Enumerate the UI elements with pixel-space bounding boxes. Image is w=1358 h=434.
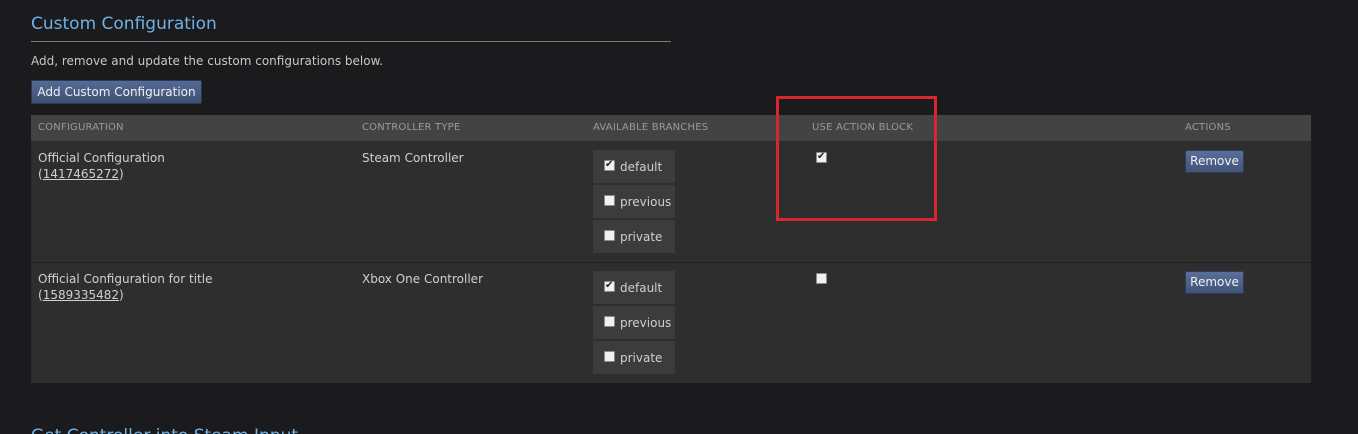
custom-configuration-page: Custom Configuration Add, remove and upd…: [0, 0, 1358, 434]
highlight-annotation-box: [776, 96, 937, 221]
branch-default[interactable]: default: [593, 271, 675, 304]
branch-label: private: [620, 351, 663, 365]
configuration-id-link[interactable]: 1589335482: [43, 288, 119, 302]
table-row: Official Configuration (1417465272) Stea…: [31, 142, 1311, 262]
table-row: Official Configuration for title (158933…: [31, 263, 1311, 383]
branch-label: default: [620, 281, 663, 295]
controller-type: Steam Controller: [362, 151, 464, 165]
branch-label: previous: [620, 316, 672, 330]
configurations-table: CONFIGURATION CONTROLLER TYPE AVAILABLE …: [31, 115, 1311, 383]
configuration-name: Official Configuration for title: [38, 272, 213, 286]
branch-private[interactable]: private: [593, 220, 675, 253]
branch-previous[interactable]: previous: [593, 185, 675, 218]
controller-type: Xbox One Controller: [362, 272, 484, 286]
section-description: Add, remove and update the custom config…: [31, 54, 384, 68]
header-actions: ACTIONS: [1185, 122, 1231, 133]
header-controller-type: CONTROLLER TYPE: [362, 122, 461, 133]
branch-private-checkbox[interactable]: [604, 351, 615, 362]
next-section-title: Get Controller into Steam Input: [31, 426, 298, 434]
branch-label: previous: [620, 195, 672, 209]
remove-button[interactable]: Remove: [1185, 150, 1244, 173]
branch-list: default previous private: [593, 271, 675, 375]
branch-private[interactable]: private: [593, 341, 675, 374]
header-configuration: CONFIGURATION: [38, 122, 124, 133]
branch-list: default previous private: [593, 150, 675, 254]
table-header: CONFIGURATION CONTROLLER TYPE AVAILABLE …: [31, 115, 1311, 141]
section-title: Custom Configuration: [31, 14, 217, 34]
use-action-block-checkbox[interactable]: [816, 273, 827, 284]
branch-previous[interactable]: previous: [593, 306, 675, 339]
branch-label: default: [620, 160, 663, 174]
remove-button[interactable]: Remove: [1185, 271, 1244, 294]
branch-default-checkbox[interactable]: [604, 279, 615, 293]
add-custom-configuration-button[interactable]: Add Custom Configuration: [31, 80, 202, 104]
configuration-name: Official Configuration: [38, 151, 165, 165]
branch-private-checkbox[interactable]: [604, 230, 615, 241]
branch-previous-checkbox[interactable]: [604, 316, 615, 327]
branch-label: private: [620, 230, 663, 244]
configuration-id-link[interactable]: 1417465272: [43, 167, 119, 181]
header-available-branches: AVAILABLE BRANCHES: [593, 122, 709, 133]
branch-previous-checkbox[interactable]: [604, 195, 615, 206]
configuration-id: (1417465272): [38, 167, 124, 181]
section-divider: [31, 41, 671, 42]
branch-default[interactable]: default: [593, 150, 675, 183]
configuration-id: (1589335482): [38, 288, 124, 302]
branch-default-checkbox[interactable]: [604, 158, 615, 172]
